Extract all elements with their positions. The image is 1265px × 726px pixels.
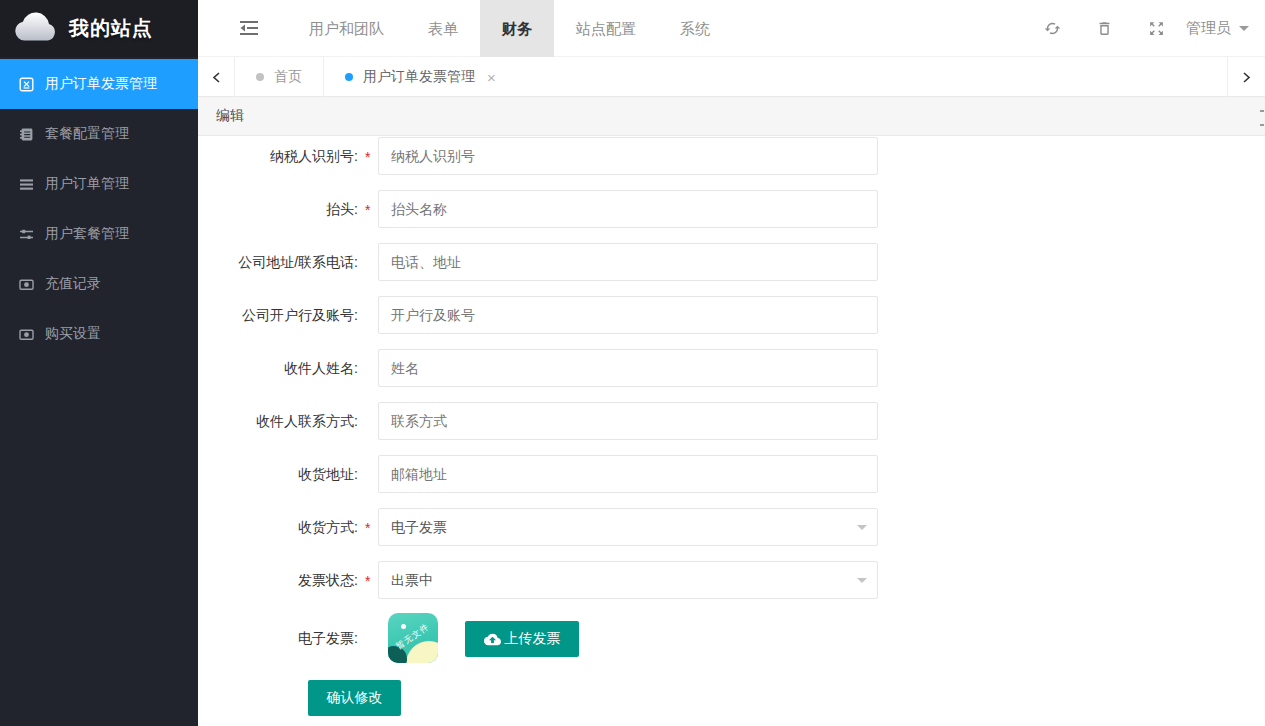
form-row-tax-id: 纳税人识别号: * [198,137,1265,175]
required-star: * [365,138,370,176]
sidebar-item-label: 套餐配置管理 [45,125,129,143]
thumb-dot [401,624,406,629]
form-row-recipient-name: 收件人姓名: * [198,349,1265,387]
sidebar-item-invoice-management[interactable]: 用户订单发票管理 [0,59,198,109]
company-address-input[interactable] [378,243,878,281]
required-star: * [365,509,370,547]
sidebar-item-recharge-records[interactable]: 充值记录 [0,259,198,309]
sidebar-item-label: 充值记录 [45,275,101,293]
field-label: 抬头: [198,190,358,228]
site-title: 我的站点 [69,15,153,42]
nav-item-forms[interactable]: 表单 [406,0,480,57]
order-list-icon [19,177,34,192]
confirm-submit-button[interactable]: 确认修改 [308,680,401,716]
invoice-title-input[interactable] [378,190,878,228]
trash-icon[interactable] [1078,19,1130,37]
tab-close-icon[interactable]: × [487,70,496,85]
recipient-name-input[interactable] [378,349,878,387]
nav-item-finance[interactable]: 财务 [480,0,554,57]
field-label: 公司地址/联系电话: [198,243,358,281]
select-arrow-icon [857,525,867,535]
field-label: 收件人联系方式: [198,402,358,440]
required-star: * [365,562,370,600]
form-row-delivery-method: 收货方式: * 电子发票 [198,508,1265,546]
purchase-settings-icon [19,327,34,342]
page-toolbar: 编辑 [198,97,1265,136]
admin-dropdown[interactable]: 管理员 [1186,19,1249,38]
form-row-invoice-status: 发票状态: * 出票中 [198,561,1265,599]
admin-label: 管理员 [1186,19,1231,38]
sidebar-menu: 用户订单发票管理 套餐配置管理 用户订单管理 用户套餐管理 充值记录 [0,57,198,359]
required-star: * [365,191,370,229]
tab-status-dot [345,73,353,81]
field-label: 收件人姓名: [198,349,358,387]
field-label: 收货方式: [198,508,358,546]
form-row-e-invoice: 电子发票: 暂无文件 上传发票 [198,613,1265,663]
sidebar-item-user-package[interactable]: 用户套餐管理 [0,209,198,259]
recharge-record-icon [19,277,34,292]
delivery-method-select[interactable]: 电子发票 [378,508,878,546]
sidebar-item-package-config[interactable]: 套餐配置管理 [0,109,198,159]
tab-scroll-right-icon[interactable] [1227,57,1265,97]
sidebar: 我的站点 用户订单发票管理 套餐配置管理 用户订单管理 用户套餐管理 [0,0,198,726]
page-title: 编辑 [216,107,244,125]
bank-account-input[interactable] [378,296,878,334]
tab-invoice-management[interactable]: 用户订单发票管理 × [323,57,517,97]
select-arrow-icon [857,578,867,588]
tax-id-input[interactable] [378,137,878,175]
recipient-contact-input[interactable] [378,402,878,440]
invoice-doc-icon [19,77,34,92]
brand-header: 我的站点 [0,0,198,57]
nav-item-site-config[interactable]: 站点配置 [554,0,658,57]
invoice-status-select[interactable]: 出票中 [378,561,878,599]
nav-item-users-teams[interactable]: 用户和团队 [287,0,406,57]
scrollbar-grip[interactable] [1260,110,1264,138]
header-actions: 管理员 [1026,19,1265,38]
package-config-icon [19,127,34,142]
field-label: 收货地址: [198,455,358,493]
tab-home[interactable]: 首页 [234,57,323,97]
top-nav: 用户和团队 表单 财务 站点配置 系统 [287,0,732,57]
form-row-delivery-address: 收货地址: * [198,455,1265,493]
upload-invoice-button[interactable]: 上传发票 [465,621,579,657]
fullscreen-icon[interactable] [1130,19,1182,37]
tab-status-dot [256,73,264,81]
form-row-bank-account: 公司开户行及账号: * [198,296,1265,334]
form-row-recipient-contact: 收件人联系方式: * [198,402,1265,440]
nav-item-system[interactable]: 系统 [658,0,732,57]
sidebar-item-label: 用户订单发票管理 [45,75,157,93]
sidebar-item-label: 购买设置 [45,325,101,343]
field-label: 纳税人识别号: [198,137,358,175]
refresh-icon[interactable] [1026,19,1078,37]
form-row-title: 抬头: * [198,190,1265,228]
sidebar-item-order-management[interactable]: 用户订单管理 [0,159,198,209]
user-package-icon [19,227,34,242]
sidebar-item-label: 用户套餐管理 [45,225,129,243]
collapse-menu-icon[interactable] [240,21,258,35]
field-label: 电子发票: [198,619,358,657]
tab-scroll-left-icon[interactable] [198,57,234,97]
sidebar-item-purchase-settings[interactable]: 购买设置 [0,309,198,359]
sidebar-item-label: 用户订单管理 [45,175,129,193]
cloud-logo-icon [12,12,60,45]
tab-bar: 首页 用户订单发票管理 × [198,57,1265,97]
delivery-address-input[interactable] [378,455,878,493]
field-label: 公司开户行及账号: [198,296,358,334]
top-header: 用户和团队 表单 财务 站点配置 系统 管理员 [198,0,1265,57]
chevron-down-icon [1239,26,1249,36]
upload-cloud-icon [484,631,501,648]
invoice-preview-thumbnail[interactable]: 暂无文件 [388,613,438,663]
edit-form: 纳税人识别号: * 抬头: * 公司地址/联系电话: * 公司开户行及账号: *… [198,136,1265,726]
form-row-company-address: 公司地址/联系电话: * [198,243,1265,281]
field-label: 发票状态: [198,561,358,599]
